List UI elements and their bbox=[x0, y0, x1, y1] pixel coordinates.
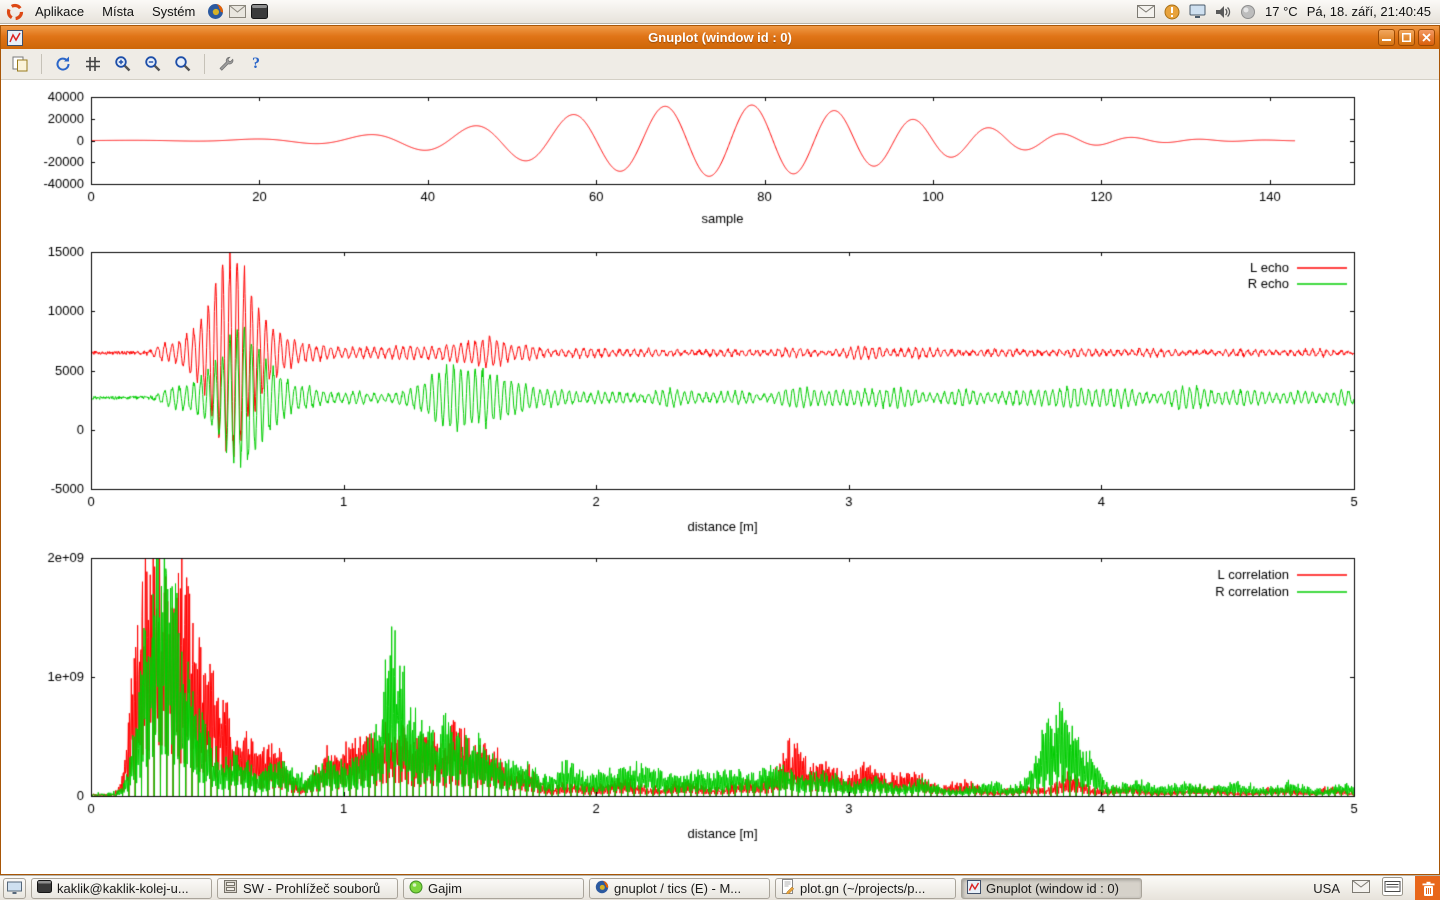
taskbar-button-label: Gajim bbox=[428, 881, 462, 896]
copy-to-clipboard-button[interactable] bbox=[7, 52, 33, 76]
weather-icon[interactable] bbox=[1240, 4, 1256, 20]
gnuplot-icon bbox=[967, 880, 981, 897]
bottom-tray: USA bbox=[1313, 876, 1440, 900]
taskbar-button-label: gnuplot / tics (E) - M... bbox=[614, 881, 741, 896]
file-manager-icon bbox=[223, 879, 238, 897]
plot-canvas[interactable] bbox=[1, 80, 1439, 874]
toolbar: ? bbox=[1, 49, 1439, 80]
gajim-icon bbox=[409, 880, 423, 897]
keyboard-indicator-icon[interactable] bbox=[1382, 877, 1403, 899]
taskbar-button-label: Gnuplot (window id : 0) bbox=[986, 881, 1119, 896]
zoom-out-button[interactable] bbox=[140, 52, 166, 76]
firefox-launcher-icon[interactable] bbox=[205, 2, 225, 22]
terminal-icon bbox=[37, 880, 52, 896]
top-panel: Aplikace Místa Systém bbox=[0, 0, 1440, 24]
window-list: kaklik@kaklik-kolej-u... SW - Prohlížeč … bbox=[31, 878, 1142, 899]
taskbar-button-label: kaklik@kaklik-kolej-u... bbox=[57, 881, 189, 896]
volume-icon[interactable] bbox=[1215, 5, 1231, 19]
display-icon[interactable] bbox=[1189, 4, 1206, 19]
window-title: Gnuplot (window id : 0) bbox=[1, 30, 1439, 45]
menu-applications[interactable]: Aplikace bbox=[27, 2, 92, 21]
taskbar-button-label: plot.gn (~/projects/p... bbox=[800, 881, 925, 896]
window-controls bbox=[1378, 29, 1435, 46]
ubuntu-logo-icon[interactable] bbox=[5, 2, 25, 22]
bottom-panel: kaklik@kaklik-kolej-u... SW - Prohlížeč … bbox=[0, 875, 1440, 900]
taskbar-button-terminal[interactable]: kaklik@kaklik-kolej-u... bbox=[31, 878, 212, 899]
desktop: Aplikace Místa Systém bbox=[0, 0, 1440, 900]
close-button[interactable] bbox=[1418, 29, 1435, 46]
gnuplot-window-icon bbox=[7, 30, 23, 46]
maximize-button[interactable] bbox=[1398, 29, 1415, 46]
update-notifier-icon[interactable] bbox=[1164, 4, 1180, 20]
gnuplot-window: Gnuplot (window id : 0) bbox=[0, 25, 1440, 875]
help-glyph: ? bbox=[252, 55, 260, 73]
taskbar-button-label: SW - Prohlížeč souborů bbox=[243, 881, 380, 896]
keyboard-layout-label[interactable]: USA bbox=[1313, 881, 1340, 896]
text-editor-icon bbox=[781, 879, 795, 897]
help-button[interactable]: ? bbox=[243, 52, 269, 76]
configure-wrench-button[interactable] bbox=[213, 52, 239, 76]
toolbar-separator bbox=[41, 54, 42, 74]
replot-button[interactable] bbox=[50, 52, 76, 76]
firefox-icon bbox=[595, 880, 609, 897]
titlebar[interactable]: Gnuplot (window id : 0) bbox=[1, 26, 1439, 49]
mail-tray-icon[interactable] bbox=[1352, 880, 1370, 896]
minimize-button[interactable] bbox=[1378, 29, 1395, 46]
grid-toggle-button[interactable] bbox=[80, 52, 106, 76]
show-desktop-button[interactable] bbox=[3, 878, 26, 899]
email-launcher-icon[interactable] bbox=[227, 2, 247, 22]
zoom-reset-button[interactable] bbox=[170, 52, 196, 76]
clock[interactable]: Pá, 18. září, 21:40:45 bbox=[1307, 4, 1431, 19]
taskbar-button-firefox[interactable]: gnuplot / tics (E) - M... bbox=[589, 878, 770, 899]
menu-system[interactable]: Systém bbox=[144, 2, 203, 21]
mail-notification-icon[interactable] bbox=[1137, 5, 1155, 18]
temperature[interactable]: 17 °C bbox=[1265, 4, 1298, 19]
zoom-in-button[interactable] bbox=[110, 52, 136, 76]
toolbar-separator bbox=[204, 54, 205, 74]
taskbar-button-gajim[interactable]: Gajim bbox=[403, 878, 584, 899]
taskbar-button-file-manager[interactable]: SW - Prohlížeč souborů bbox=[217, 878, 398, 899]
taskbar-button-gnuplot[interactable]: Gnuplot (window id : 0) bbox=[961, 878, 1142, 899]
terminal-launcher-icon[interactable] bbox=[249, 2, 269, 22]
system-tray: 17 °C Pá, 18. září, 21:40:45 bbox=[1137, 4, 1435, 20]
taskbar-button-editor[interactable]: plot.gn (~/projects/p... bbox=[775, 878, 956, 899]
menu-places[interactable]: Místa bbox=[94, 2, 142, 21]
trash-icon[interactable] bbox=[1415, 876, 1440, 900]
